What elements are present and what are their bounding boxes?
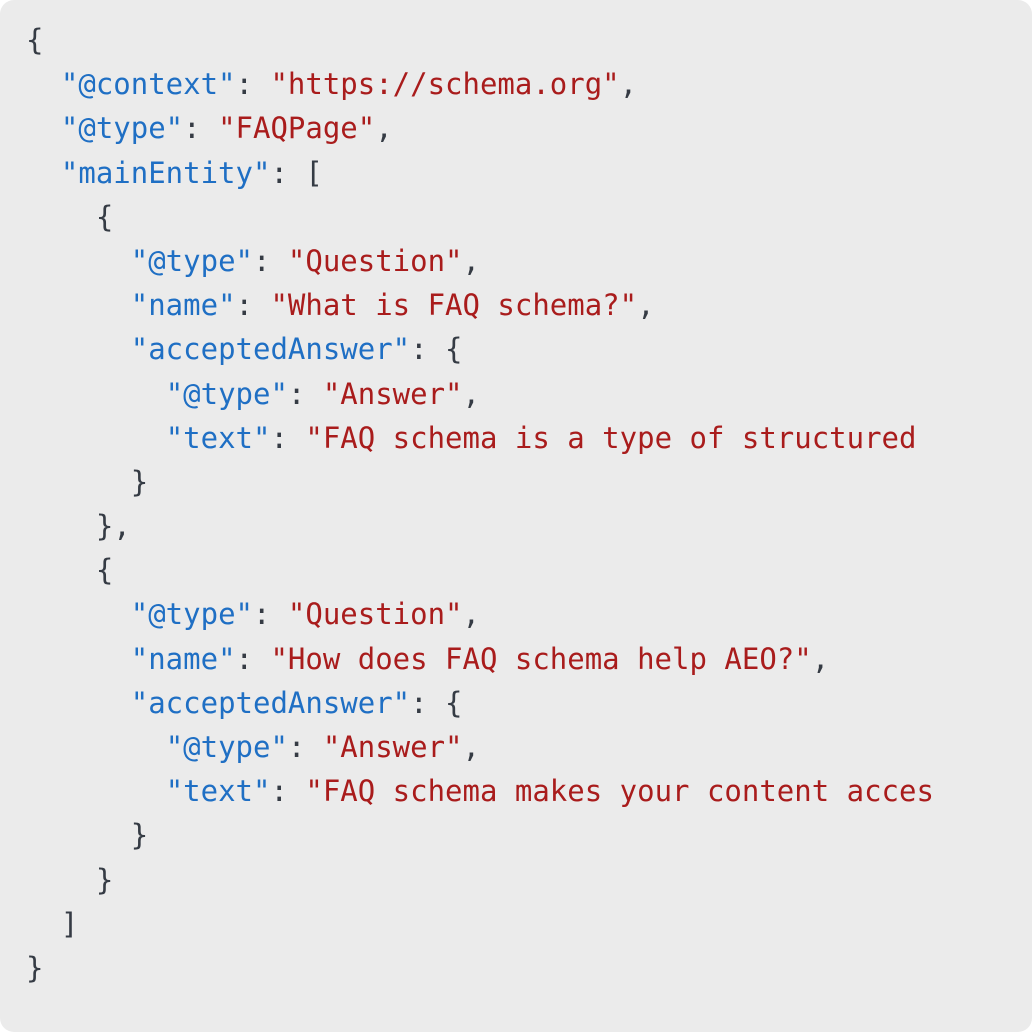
code-token-punc: : [ — [270, 155, 323, 190]
code-token-punc: : — [287, 376, 323, 411]
code-token-string: "FAQPage" — [218, 111, 376, 146]
code-line: } — [0, 946, 1032, 990]
code-token-string: "Question" — [287, 597, 463, 632]
code-line: "@type": "Question", — [0, 239, 1032, 283]
code-token-punc: , — [462, 243, 480, 278]
code-line: } — [0, 813, 1032, 857]
code-line: ] — [0, 902, 1032, 946]
code-token-punc: : — [270, 774, 306, 809]
code-token-punc: } — [26, 950, 44, 985]
code-token-punc: { — [95, 199, 114, 234]
code-line: "@type": "FAQPage", — [0, 106, 1032, 150]
code-line: { — [0, 548, 1032, 592]
code-line: "@type": "Answer", — [0, 725, 1032, 769]
code-token-punc: , — [637, 288, 655, 323]
code-line: }, — [0, 504, 1032, 548]
code-line: "name": "How does FAQ schema help AEO?", — [0, 637, 1032, 681]
code-token-key: "@type" — [165, 376, 288, 411]
code-token-key: "@type" — [130, 243, 253, 278]
json-code-content: { "@context": "https://schema.org", "@ty… — [0, 18, 1032, 990]
code-token-punc: : — [183, 111, 219, 146]
code-token-string: "FAQ schema is a type of structured — [305, 420, 917, 455]
code-line: "@context": "https://schema.org", — [0, 62, 1032, 106]
code-line: "acceptedAnswer": { — [0, 681, 1032, 725]
code-token-key: "name" — [130, 641, 236, 676]
code-token-punc: , — [811, 641, 830, 676]
code-token-key: "text" — [165, 420, 271, 455]
code-token-string: "How does FAQ schema help AEO?" — [270, 641, 812, 676]
code-line: } — [0, 460, 1032, 504]
code-token-key: "@type" — [130, 597, 253, 632]
code-token-key: "acceptedAnswer" — [130, 685, 411, 720]
code-token-key: "@type" — [165, 730, 288, 764]
code-token-key: "@context" — [60, 67, 236, 102]
code-line: "name": "What is FAQ schema?", — [0, 283, 1032, 327]
code-token-punc: : { — [410, 332, 463, 367]
code-token-punc: : — [235, 641, 271, 676]
code-token-key: "name" — [130, 288, 236, 323]
code-token-key: "mainEntity" — [60, 155, 271, 190]
code-line: } — [0, 858, 1032, 902]
code-line: "@type": "Question", — [0, 592, 1032, 636]
code-token-string: "FAQ schema makes your content acces — [305, 774, 934, 809]
code-token-punc: : — [252, 243, 288, 278]
code-token-punc: }, — [95, 509, 131, 544]
code-token-punc: { — [26, 23, 44, 57]
code-token-punc: } — [95, 862, 114, 897]
code-token-punc: : — [287, 730, 323, 764]
code-token-string: "Answer" — [322, 376, 463, 411]
code-token-punc: , — [462, 376, 480, 411]
code-token-punc: , — [462, 730, 480, 764]
code-token-punc: : — [235, 67, 271, 102]
code-line: "acceptedAnswer": { — [0, 327, 1032, 371]
code-line: "text": "FAQ schema makes your content a… — [0, 769, 1032, 813]
code-token-punc: } — [130, 464, 149, 499]
code-token-string: "Answer" — [322, 730, 463, 764]
code-token-string: "Question" — [287, 243, 463, 278]
code-token-punc: , — [619, 67, 638, 102]
code-token-punc: , — [375, 111, 393, 146]
code-token-punc: } — [130, 818, 149, 853]
code-token-key: "@type" — [60, 111, 184, 146]
json-code-pre[interactable]: { "@context": "https://schema.org", "@ty… — [0, 18, 1032, 990]
code-block-container: { "@context": "https://schema.org", "@ty… — [0, 0, 1032, 1032]
code-token-punc: : — [252, 597, 288, 632]
code-token-punc: ] — [60, 906, 79, 941]
code-token-punc: : — [270, 420, 306, 455]
code-token-punc: : { — [410, 685, 463, 720]
code-token-punc: { — [95, 553, 114, 588]
code-token-string: "https://schema.org" — [270, 67, 620, 102]
code-token-string: "What is FAQ schema?" — [270, 288, 638, 323]
code-line: "text": "FAQ schema is a type of structu… — [0, 416, 1032, 460]
code-token-key: "text" — [165, 774, 271, 809]
code-line: "@type": "Answer", — [0, 372, 1032, 416]
code-line: { — [0, 195, 1032, 239]
code-line: "mainEntity": [ — [0, 151, 1032, 195]
code-token-key: "acceptedAnswer" — [130, 332, 411, 367]
code-line: { — [0, 18, 1032, 62]
code-token-punc: : — [235, 288, 271, 323]
code-token-punc: , — [462, 597, 480, 632]
